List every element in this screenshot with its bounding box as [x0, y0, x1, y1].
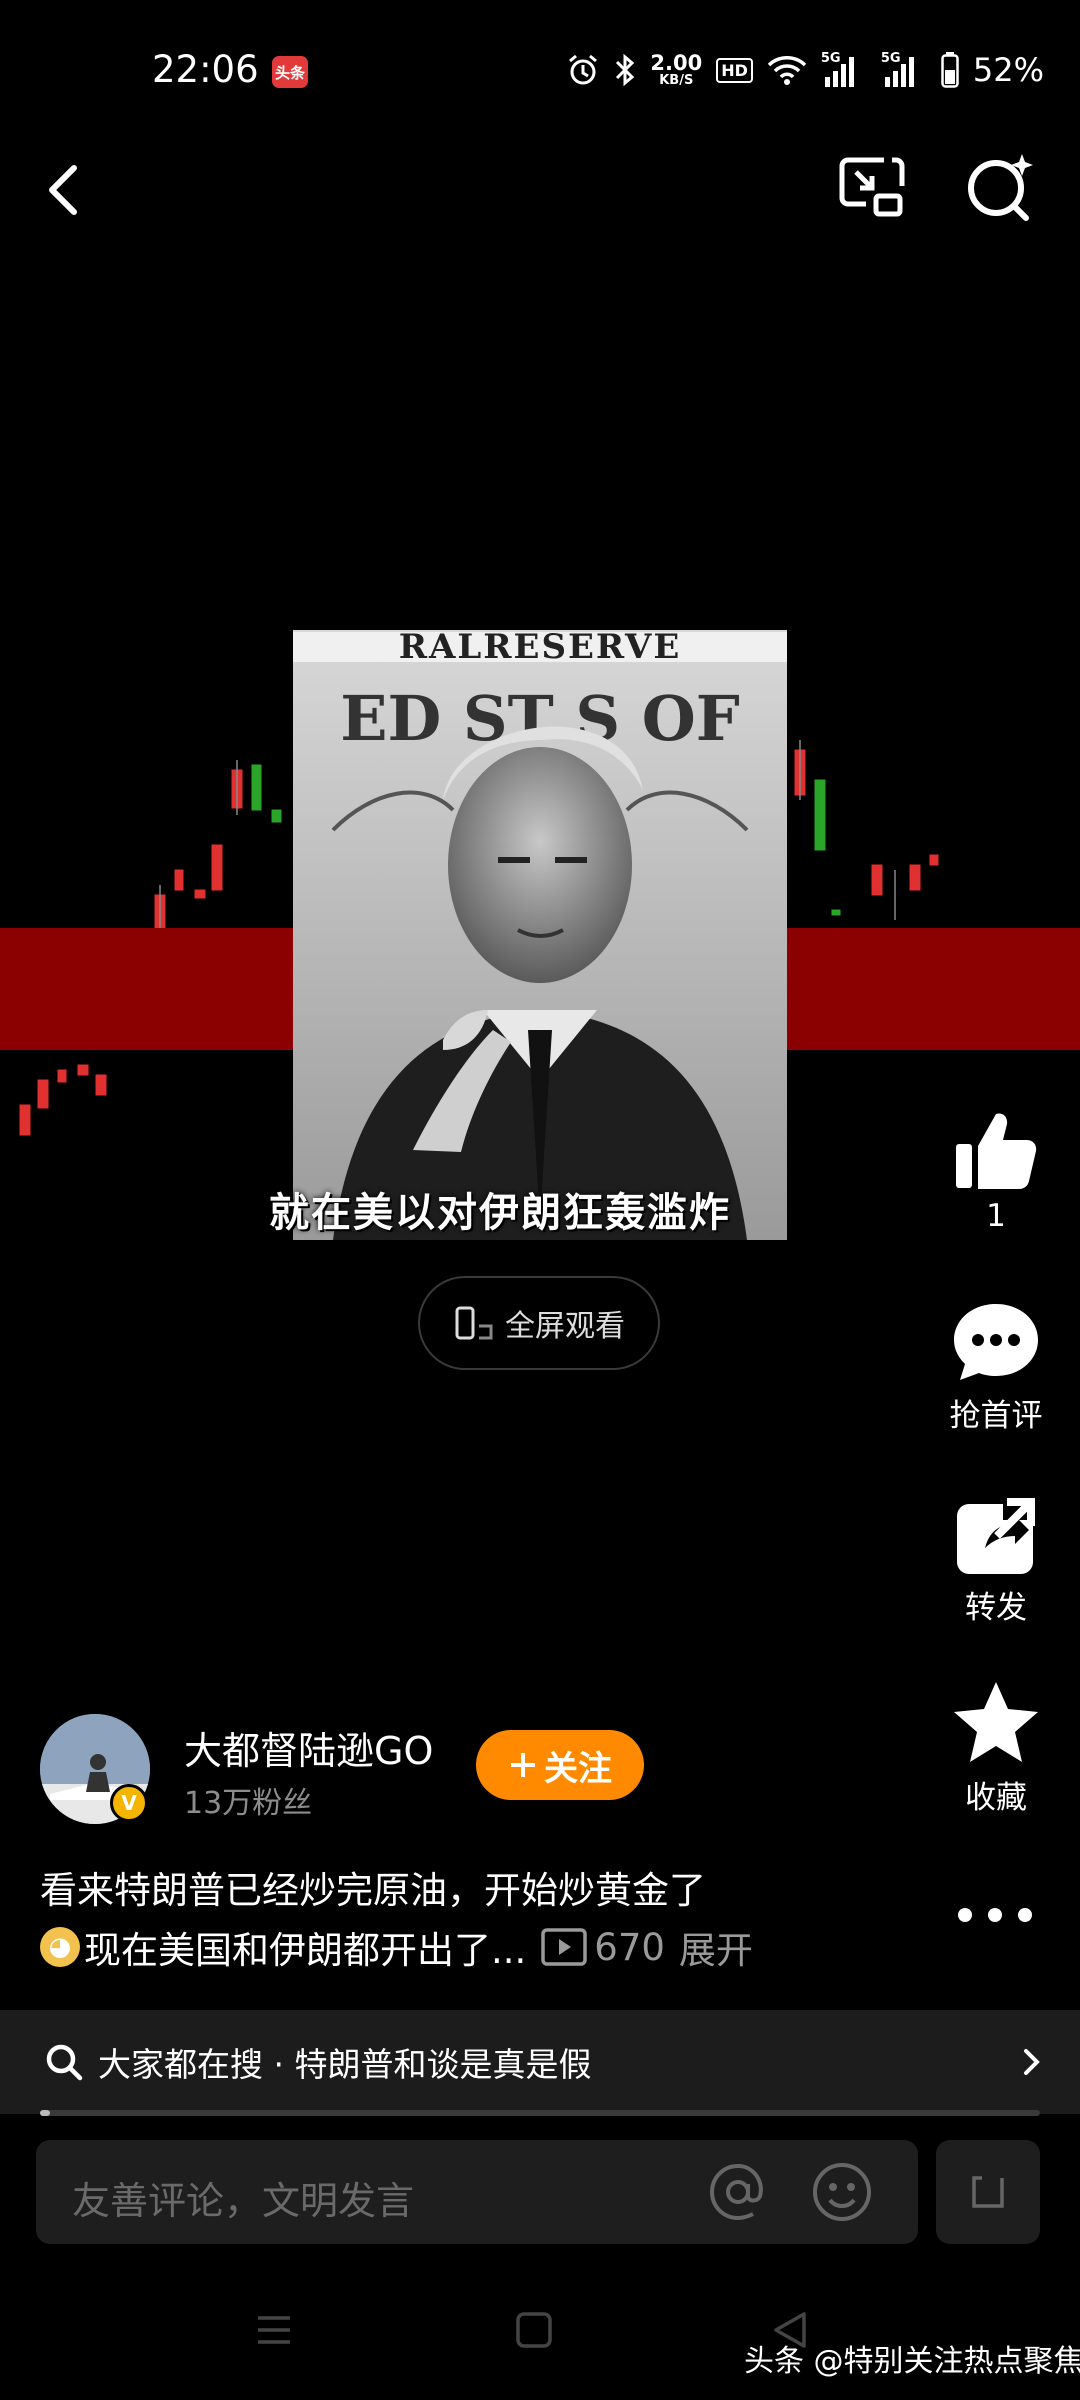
favorite-label: 收藏	[965, 1780, 1027, 1816]
share-button[interactable]: 转发	[926, 1496, 1066, 1627]
nav-home-button[interactable]	[514, 2310, 554, 2350]
rotate-phone-icon	[455, 1306, 493, 1340]
fullscreen-button[interactable]: 全屏观看	[418, 1276, 660, 1370]
plus-icon	[511, 1753, 535, 1777]
menu-lines-icon	[258, 2316, 290, 2344]
video-progress-bar[interactable]	[40, 2110, 1040, 2116]
comment-button[interactable]: 抢首评	[926, 1300, 1066, 1435]
back-button[interactable]	[38, 150, 98, 230]
emoji-button[interactable]	[810, 2160, 874, 2224]
expand-link[interactable]: 展开	[679, 1920, 753, 1974]
signal-1-icon: 5G	[821, 51, 867, 87]
hot-search-bar[interactable]: 大家都在搜 · 特朗普和谈是真是假	[0, 2010, 1080, 2114]
comment-placeholder: 友善评论，文明发言	[72, 2179, 415, 2223]
square-icon	[516, 2312, 552, 2348]
watermark: 头条 @特别关注热点聚焦	[744, 2344, 1080, 2379]
share-label: 转发	[965, 1590, 1027, 1626]
signal-2-icon: 5G	[881, 51, 927, 87]
post-text-line2: 现在美国和伊朗都开出了...	[84, 1929, 527, 1972]
wifi-icon	[767, 56, 807, 85]
battery-percent: 52%	[972, 51, 1044, 89]
follow-button[interactable]: 关注	[476, 1730, 644, 1800]
at-sign-icon	[709, 2163, 763, 2221]
verified-badge: V	[110, 1784, 148, 1822]
video-progress-fill	[40, 2110, 50, 2116]
more-dots-icon	[958, 1908, 1032, 1922]
status-time: 22:06	[152, 48, 259, 91]
like-button[interactable]: 1	[926, 1108, 1066, 1234]
mini-window-button[interactable]	[834, 150, 910, 226]
more-options-button[interactable]	[950, 1900, 1040, 1930]
search-button[interactable]	[960, 148, 1040, 228]
favorite-button[interactable]: 收藏	[926, 1680, 1066, 1817]
video-caption: 就在美以对伊朗狂轰滥炸	[269, 1190, 731, 1236]
status-icons: 2.00 KB/S HD 5G 5G 52%	[566, 44, 1044, 96]
post-text-line1: 看来特朗普已经炒完原油，开始炒黄金了	[40, 1869, 706, 1912]
comment-bubble-icon	[954, 1304, 1038, 1380]
video-play-icon	[541, 1928, 588, 1966]
share-icon	[957, 1498, 1037, 1574]
bluetooth-icon	[616, 53, 635, 87]
star-icon	[954, 1682, 1038, 1762]
picture-in-picture-icon	[839, 157, 905, 217]
comment-label: 抢首评	[949, 1398, 1043, 1434]
chevron-right-icon	[1024, 2049, 1040, 2075]
poster-top-text: RALRESERVE	[399, 630, 682, 667]
alarm-icon	[569, 54, 598, 85]
poster-mid-text: ED ST S OF	[340, 682, 740, 755]
search-icon	[46, 2044, 83, 2081]
battery-icon	[941, 52, 959, 88]
doge-emoji-icon: ◕	[40, 1927, 80, 1967]
search-sparkle-icon	[968, 154, 1033, 221]
hd-voice-icon: HD	[716, 57, 753, 83]
author-fans-count: 13万粉丝	[184, 1786, 313, 1821]
like-count: 1	[986, 1198, 1006, 1234]
expand-editor-button[interactable]	[936, 2140, 1040, 2244]
fullscreen-label: 全屏观看	[505, 1309, 625, 1344]
toutiao-app-badge: 头条	[272, 56, 308, 88]
follow-label: 关注	[544, 1748, 612, 1789]
video-poster-image: RALRESERVE ED ST S OF	[293, 630, 787, 1240]
smiley-icon	[813, 2163, 871, 2221]
hot-search-text: 大家都在搜 · 特朗普和谈是真是假	[98, 2045, 592, 2084]
expand-icon	[972, 2176, 1004, 2208]
nav-recents-button[interactable]	[254, 2310, 294, 2350]
net-speed: 2.00 KB/S	[650, 51, 703, 88]
mention-button[interactable]	[706, 2160, 770, 2224]
thumbs-up-icon	[956, 1113, 1037, 1189]
post-text-line2-row: ◕ 现在美国和伊朗都开出了... 670 展开	[40, 1920, 753, 1974]
play-count: 670	[540, 1926, 665, 1969]
author-name[interactable]: 大都督陆逊GO	[184, 1720, 433, 1775]
comment-input[interactable]: 友善评论，文明发言	[36, 2140, 918, 2244]
chevron-left-icon	[49, 165, 77, 215]
